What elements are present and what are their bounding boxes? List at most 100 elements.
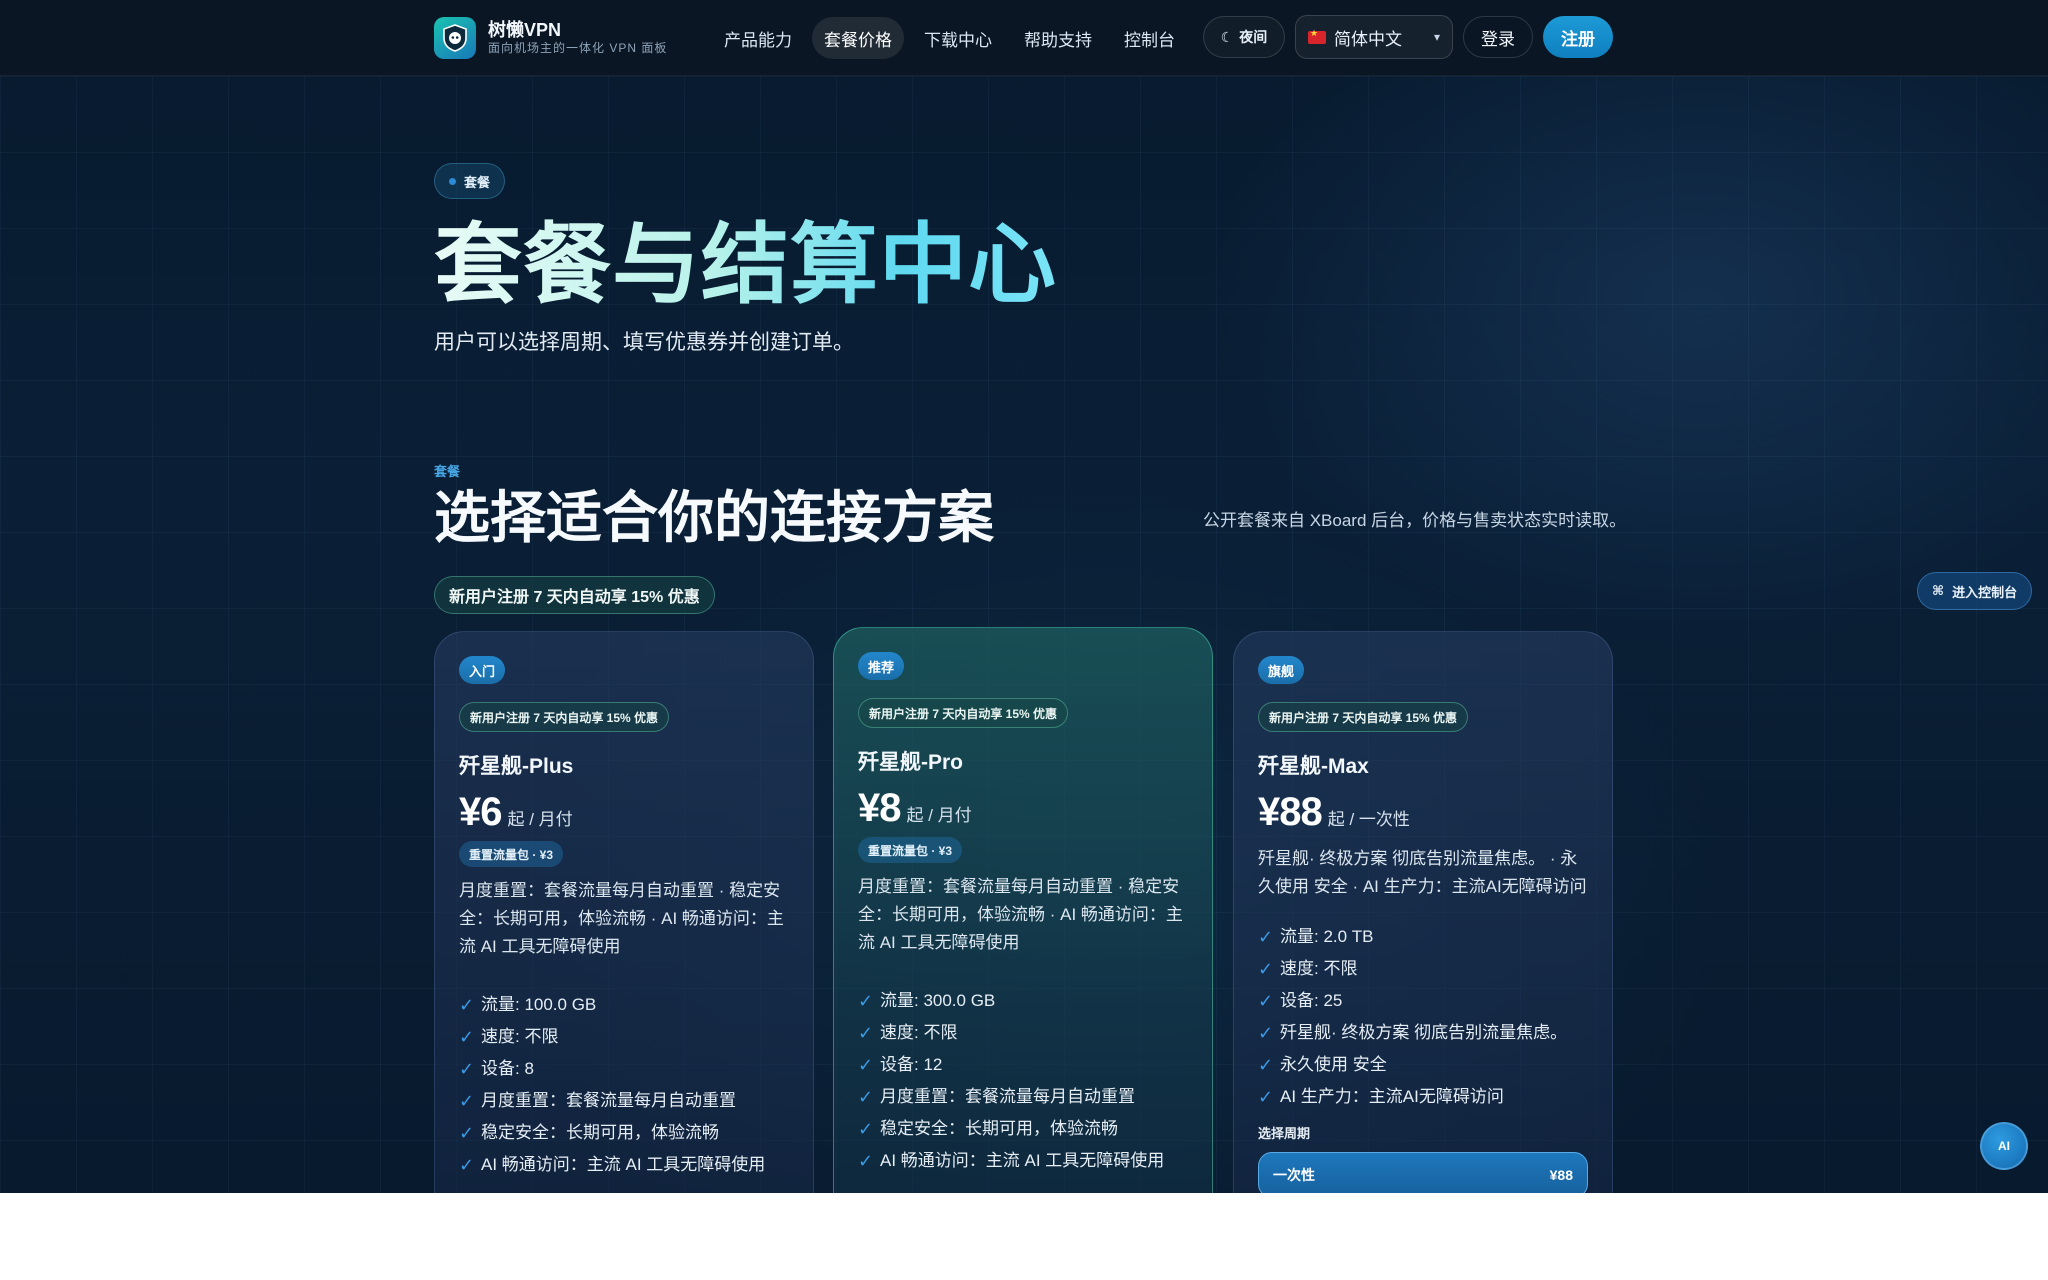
reset-traffic-tag: 重置流量包 · ¥3	[459, 841, 564, 867]
nav-item-help[interactable]: 帮助支持	[1012, 17, 1104, 59]
feature-text: 速度: 不限	[481, 1027, 559, 1046]
nav-item-downloads[interactable]: 下载中心	[912, 17, 1004, 59]
feature-text: AI 畅通访问：主流 AI 工具无障碍使用	[880, 1151, 1165, 1170]
plan-promo-badge: 新用户注册 7 天内自动享 15% 优惠	[1258, 702, 1469, 732]
plan-promo-badge: 新用户注册 7 天内自动享 15% 优惠	[459, 702, 670, 732]
plan-name: 歼星舰-Pro	[858, 751, 963, 774]
plan-tier-tag: 推荐	[858, 652, 905, 680]
plan-price-unit: 起 / 一次性	[1327, 810, 1410, 829]
period-option-one-time[interactable]: 一次性 ¥88	[1258, 1152, 1588, 1193]
theme-toggle-button[interactable]: ☾ 夜间	[1203, 16, 1285, 58]
plan-feature-list: ✓ 流量: 300.0 GB ✓ 速度: 不限 ✓ 设备: 12 ✓ 月度重置：套餐流量…	[858, 985, 1188, 1177]
plan-card-pro[interactable]: 推荐 新用户注册 7 天内自动享 15% 优惠 歼星舰-Pro ¥8 起 / 月…	[833, 627, 1213, 1193]
feature-item: ✓ 月度重置：套餐流量每月自动重置	[858, 1081, 1188, 1113]
period-label: 选择周期	[1258, 1126, 1311, 1141]
feature-text: 歼星舰· 终极方案 彻底告别流量焦虑。	[1280, 1023, 1568, 1042]
nav-item-features[interactable]: 产品能力	[712, 17, 804, 59]
feature-text: 月度重置：套餐流量每月自动重置	[880, 1087, 1135, 1106]
feature-item: ✓ 歼星舰· 终极方案 彻底告别流量焦虑。	[1258, 1017, 1588, 1049]
reset-traffic-tag: 重置流量包 · ¥3	[858, 837, 963, 863]
plan-card-plus[interactable]: 入门 新用户注册 7 天内自动享 15% 优惠 歼星舰-Plus ¥6 起 / …	[434, 631, 814, 1193]
moon-icon: ☾	[1220, 28, 1234, 45]
chevron-down-icon: ▾	[1433, 30, 1440, 44]
plan-price: ¥8	[858, 786, 901, 830]
plan-name: 歼星舰-Plus	[459, 755, 574, 778]
feature-item: ✓ 流量: 300.0 GB	[858, 985, 1188, 1017]
feature-text: 流量: 300.0 GB	[880, 991, 996, 1010]
shield-logo-icon	[434, 17, 476, 59]
main-nav: 产品能力 套餐价格 下载中心 帮助支持 控制台	[712, 17, 1187, 59]
feature-text: AI 畅通访问：主流 AI 工具无障碍使用	[481, 1155, 766, 1174]
check-icon: ✓	[858, 991, 874, 1011]
feature-text: 流量: 2.0 TB	[1280, 927, 1374, 946]
feature-item: ✓ AI 生产力：主流AI无障碍访问	[1258, 1081, 1588, 1113]
plan-price: ¥6	[459, 790, 502, 834]
check-icon: ✓	[1258, 927, 1274, 947]
nav-item-pricing[interactable]: 套餐价格	[812, 17, 904, 59]
plan-price-unit: 起 / 月付	[507, 810, 573, 829]
check-icon: ✓	[459, 1091, 475, 1111]
section-note: 公开套餐来自 XBoard 后台，价格与售卖状态实时读取。	[1203, 511, 1627, 530]
new-user-promo-badge: 新用户注册 7 天内自动享 15% 优惠	[434, 576, 715, 614]
nav-item-console[interactable]: 控制台	[1112, 17, 1187, 59]
feature-item: ✓ 设备: 12	[858, 1049, 1188, 1081]
check-icon: ✓	[858, 1023, 874, 1043]
check-icon: ✓	[1258, 1087, 1274, 1107]
plan-name: 歼星舰-Max	[1258, 755, 1369, 778]
section-title: 选择适合你的连接方案	[434, 486, 994, 549]
plan-price-row: ¥88 起 / 一次性	[1258, 790, 1588, 835]
feature-item: ✓ 设备: 25	[1258, 985, 1588, 1017]
plan-card-max[interactable]: 旗舰 新用户注册 7 天内自动享 15% 优惠 歼星舰-Max ¥88 起 / …	[1233, 631, 1613, 1193]
feature-item: ✓ AI 畅通访问：主流 AI 工具无障碍使用	[858, 1145, 1188, 1177]
login-button[interactable]: 登录	[1463, 16, 1533, 58]
check-icon: ✓	[459, 1027, 475, 1047]
plan-description: 月度重置：套餐流量每月自动重置 · 稳定安全：长期可用，体验流畅 · AI 畅通…	[459, 881, 784, 956]
feature-text: 永久使用 安全	[1280, 1055, 1387, 1074]
check-icon: ✓	[858, 1119, 874, 1139]
feature-text: 设备: 25	[1280, 991, 1343, 1010]
check-icon: ✓	[459, 1155, 475, 1175]
feature-text: 设备: 12	[880, 1055, 943, 1074]
hero-badge: 套餐	[434, 163, 506, 199]
feature-item: ✓ 设备: 8	[459, 1053, 789, 1085]
register-button[interactable]: 注册	[1543, 16, 1613, 58]
plan-description: 月度重置：套餐流量每月自动重置 · 稳定安全：长期可用，体验流畅 · AI 畅通…	[858, 877, 1183, 952]
feature-item: ✓ 流量: 2.0 TB	[1258, 921, 1588, 953]
command-icon: ⌘	[1932, 583, 1945, 598]
brand[interactable]: 树懒VPN 面向机场主的一体化 VPN 面板	[434, 17, 667, 59]
page-viewport: 树懒VPN 面向机场主的一体化 VPN 面板 产品能力 套餐价格 下载中心 帮助…	[0, 0, 2048, 1193]
plan-feature-list: ✓ 流量: 2.0 TB ✓ 速度: 不限 ✓ 设备: 25 ✓ 歼星舰· 终极方案 彻…	[1258, 921, 1588, 1113]
feature-item: ✓ 永久使用 安全	[1258, 1049, 1588, 1081]
check-icon: ✓	[858, 1151, 874, 1171]
section-kicker: 套餐	[434, 464, 461, 479]
hero-badge-label: 套餐	[464, 174, 491, 190]
brand-name: 树懒VPN	[488, 20, 562, 40]
language-select[interactable]: 简体中文 ▾	[1295, 15, 1453, 59]
feature-text: 设备: 8	[481, 1059, 534, 1078]
feature-item: ✓ 稳定安全：长期可用，体验流畅	[858, 1113, 1188, 1145]
period-option-label: 一次性	[1273, 1167, 1315, 1183]
plan-tier-tag: 入门	[459, 656, 506, 684]
top-navigation-bar: 树懒VPN 面向机场主的一体化 VPN 面板 产品能力 套餐价格 下载中心 帮助…	[0, 0, 2048, 76]
feature-item: ✓ 月度重置：套餐流量每月自动重置	[459, 1085, 789, 1117]
plan-price: ¥88	[1258, 790, 1323, 834]
plan-price-row: ¥8 起 / 月付	[858, 786, 1188, 831]
feature-text: 速度: 不限	[1280, 959, 1358, 978]
enter-console-button[interactable]: ⌘ 进入控制台	[1917, 572, 2033, 610]
plan-tier-tag: 旗舰	[1258, 656, 1305, 684]
china-flag-icon	[1308, 28, 1326, 44]
feature-item: ✓ 速度: 不限	[858, 1017, 1188, 1049]
feature-text: 稳定安全：长期可用，体验流畅	[481, 1123, 719, 1142]
plan-promo-badge: 新用户注册 7 天内自动享 15% 优惠	[858, 698, 1069, 728]
feature-text: 流量: 100.0 GB	[481, 995, 597, 1014]
check-icon: ✓	[459, 995, 475, 1015]
enter-console-label: 进入控制台	[1952, 584, 2018, 600]
check-icon: ✓	[1258, 991, 1274, 1011]
ai-assistant-button[interactable]: AI	[1980, 1122, 2028, 1170]
feature-item: ✓ 流量: 100.0 GB	[459, 989, 789, 1021]
feature-text: 月度重置：套餐流量每月自动重置	[481, 1091, 736, 1110]
feature-item: ✓ 速度: 不限	[459, 1021, 789, 1053]
plan-description: 歼星舰· 终极方案 彻底告别流量焦虑。 · 永久使用 安全 · AI 生产力：主…	[1258, 849, 1587, 896]
check-icon: ✓	[1258, 959, 1274, 979]
feature-text: AI 生产力：主流AI无障碍访问	[1280, 1087, 1504, 1106]
